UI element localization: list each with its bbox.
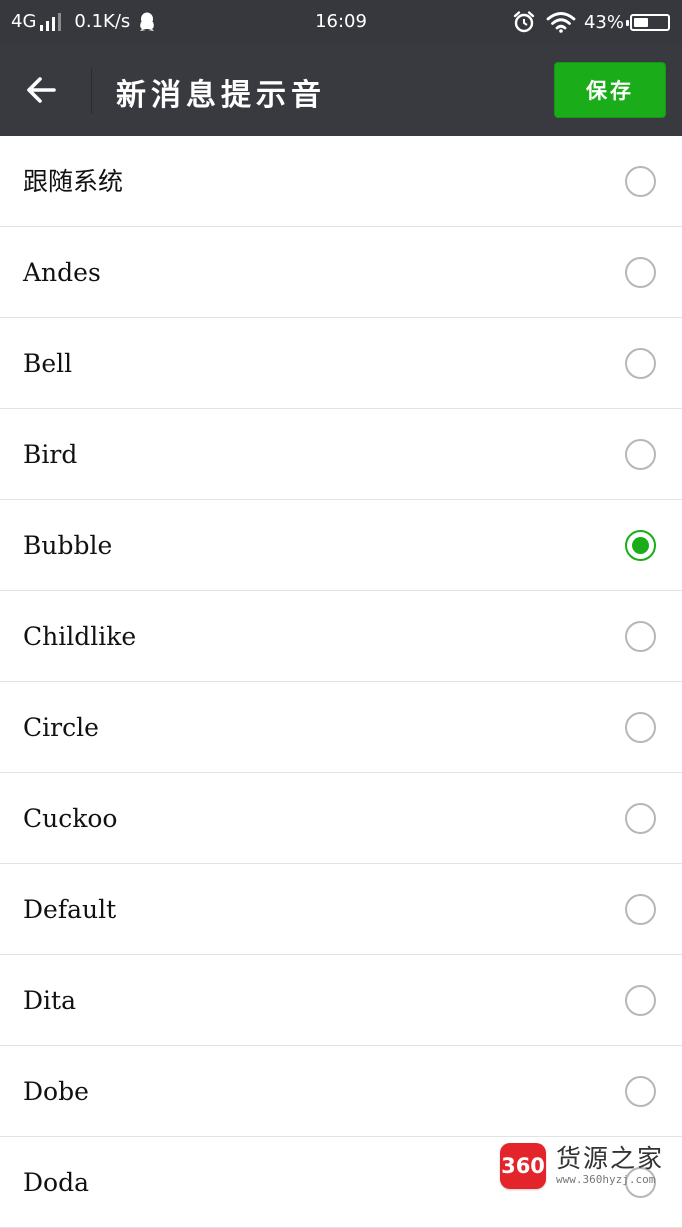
alarm-icon xyxy=(513,11,535,33)
watermark-url: www.360hyzj.com xyxy=(556,1173,656,1186)
sound-option[interactable]: Bell xyxy=(0,318,682,409)
sound-option-label: Andes xyxy=(23,258,101,287)
radio-unchecked-icon[interactable] xyxy=(625,257,656,288)
sound-option[interactable]: Dobe xyxy=(0,1046,682,1137)
sound-option-label: Bird xyxy=(23,440,78,469)
sound-option-label: Circle xyxy=(23,713,99,742)
radio-unchecked-icon[interactable] xyxy=(625,985,656,1016)
sound-option-label: Default xyxy=(23,895,117,924)
sound-option[interactable]: 跟随系统 xyxy=(0,136,682,227)
sound-option[interactable]: Cuckoo xyxy=(0,773,682,864)
watermark-badge: 360 xyxy=(500,1143,546,1189)
sound-option-label: Dobe xyxy=(23,1077,89,1106)
wifi-icon xyxy=(546,12,576,33)
status-bar: 4G 0.1K/s 16:09 43% xyxy=(0,0,682,44)
radio-unchecked-icon[interactable] xyxy=(625,894,656,925)
sound-option-label: Doda xyxy=(23,1168,90,1197)
watermark-name: 货源之家 xyxy=(556,1144,665,1173)
radio-unchecked-icon[interactable] xyxy=(625,166,656,197)
back-arrow-icon xyxy=(27,77,56,103)
sound-option[interactable]: Dita xyxy=(0,955,682,1046)
watermark-text: 货源之家 www.360hyzj.com xyxy=(556,1145,664,1187)
radio-checked-icon[interactable] xyxy=(625,530,656,561)
toolbar: 新消息提示音 保存 xyxy=(0,44,682,136)
battery-percent: 43% xyxy=(583,11,624,33)
sound-option[interactable]: Default xyxy=(0,864,682,955)
toolbar-divider xyxy=(91,68,92,114)
radio-unchecked-icon[interactable] xyxy=(625,712,656,743)
radio-unchecked-icon[interactable] xyxy=(625,348,656,379)
radio-unchecked-icon[interactable] xyxy=(625,1076,656,1107)
sound-option-label: Dita xyxy=(23,986,76,1015)
sound-option-label: Bell xyxy=(23,349,73,378)
radio-unchecked-icon[interactable] xyxy=(625,803,656,834)
status-right: 43% xyxy=(512,10,670,34)
sound-list: 跟随系统 Andes Bell Bird Bubble Childlike Circle Cu… xyxy=(0,136,682,1228)
sound-option-label: Bubble xyxy=(23,531,113,560)
radio-unchecked-icon[interactable] xyxy=(625,621,656,652)
battery-icon xyxy=(626,13,670,31)
radio-unchecked-icon[interactable] xyxy=(625,439,656,470)
sound-option-label: Childlike xyxy=(23,622,137,651)
back-button[interactable] xyxy=(22,70,68,110)
sound-option[interactable]: Andes xyxy=(0,227,682,318)
sound-option-label: Cuckoo xyxy=(23,804,118,833)
sound-option[interactable]: Childlike xyxy=(0,591,682,682)
sound-option[interactable]: Bird xyxy=(0,409,682,500)
sound-option[interactable]: Bubble xyxy=(0,500,682,591)
sound-option[interactable]: Circle xyxy=(0,682,682,773)
watermark-logo: 360 货源之家 www.360hyzj.com xyxy=(500,1138,680,1194)
page-title: 新消息提示音 xyxy=(116,78,326,113)
save-button[interactable]: 保存 xyxy=(554,62,666,118)
sound-option-label: 跟随系统 xyxy=(23,167,124,196)
